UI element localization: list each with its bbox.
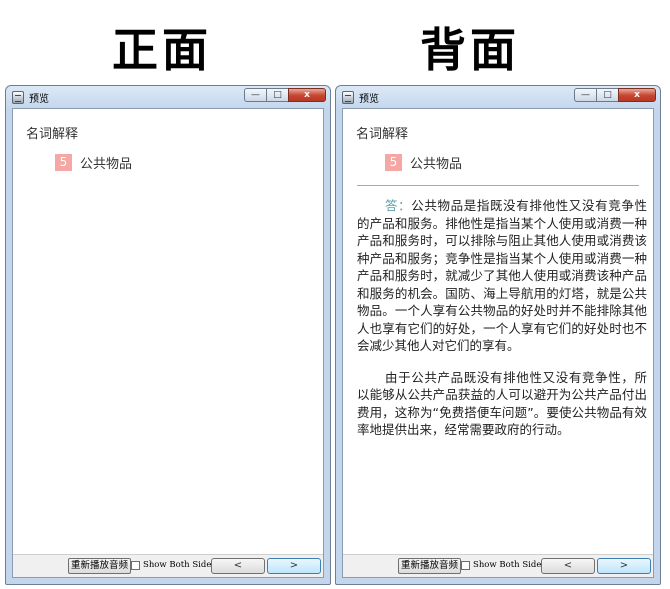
deck-name: 名词解释 — [26, 127, 79, 142]
bottom-bar: 重新播放音频 Show Both Sides < > — [343, 554, 653, 577]
replay-audio-button[interactable]: 重新播放音频 — [398, 558, 462, 574]
preview-window-front: 预览 — □ x 名词解释 5 公共物品 重新播放音频 Show Both Si… — [5, 85, 331, 585]
next-button[interactable]: > — [597, 558, 651, 574]
show-both-sides-toggle[interactable]: Show Both Sides — [461, 560, 546, 570]
maximize-button[interactable]: □ — [266, 88, 288, 102]
minimize-button[interactable]: — — [574, 88, 596, 102]
answer-paragraph-1: 公共物品是指既没有排他性又没有竞争性的产品和服务。排他性是指当某个人使用或消费一… — [357, 198, 647, 353]
title-bar[interactable]: 预览 — □ x — [12, 86, 326, 108]
answer-paragraph: 答：公共物品是指既没有排他性又没有竞争性的产品和服务。排他性是指当某个人使用或消… — [357, 197, 647, 355]
card-content: 名词解释 5 公共物品 — [13, 109, 323, 555]
show-both-sides-toggle[interactable]: Show Both Sides — [131, 560, 216, 570]
show-both-sides-checkbox[interactable] — [131, 560, 140, 570]
card-number-badge: 5 — [385, 154, 402, 171]
card-view: 名词解释 5 公共物品 重新播放音频 Show Both Sides < > — [12, 108, 324, 578]
maximize-button[interactable]: □ — [596, 88, 618, 102]
answer-paragraph-2: 由于公共产品既没有排他性又没有竞争性，所以能够从公共产品获益的人可以避开为公共产… — [357, 369, 647, 438]
card-word: 公共物品 — [80, 157, 133, 172]
app-icon — [342, 90, 354, 104]
card-content: 名词解释 5 公共物品 答：公共物品是指既没有排他性又没有竞争性的产品和服务。排… — [343, 109, 653, 555]
app-icon — [12, 90, 24, 104]
front-heading: 正面 — [112, 23, 212, 77]
card-question: 5 公共物品 — [55, 153, 132, 172]
show-both-sides-checkbox[interactable] — [461, 560, 470, 570]
window-title: 预览 — [29, 93, 49, 105]
card-word: 公共物品 — [410, 157, 463, 172]
answer-label: 答： — [385, 198, 412, 213]
close-button[interactable]: x — [618, 88, 656, 102]
next-button[interactable]: > — [267, 558, 321, 574]
card-number-badge: 5 — [55, 154, 72, 171]
preview-window-back: 预览 — □ x 名词解释 5 公共物品 答：公共物品是指既没有排他性又没有竞争… — [335, 85, 661, 585]
show-both-sides-label: Show Both Sides — [143, 560, 216, 570]
previous-button[interactable]: < — [211, 558, 265, 574]
close-button[interactable]: x — [288, 88, 326, 102]
minimize-button[interactable]: — — [244, 88, 266, 102]
card-question: 5 公共物品 — [385, 153, 462, 172]
bottom-bar: 重新播放音频 Show Both Sides < > — [13, 554, 323, 577]
title-bar[interactable]: 预览 — □ x — [342, 86, 656, 108]
window-controls: — □ x — [244, 88, 326, 102]
show-both-sides-label: Show Both Sides — [473, 560, 546, 570]
answer-text: 答：公共物品是指既没有排他性又没有竞争性的产品和服务。排他性是指当某个人使用或消… — [357, 197, 647, 453]
previous-button[interactable]: < — [541, 558, 595, 574]
window-controls: — □ x — [574, 88, 656, 102]
deck-name: 名词解释 — [356, 127, 409, 142]
back-heading: 背面 — [420, 23, 520, 77]
window-title: 预览 — [359, 93, 379, 105]
card-view: 名词解释 5 公共物品 答：公共物品是指既没有排他性又没有竞争性的产品和服务。排… — [342, 108, 654, 578]
replay-audio-button[interactable]: 重新播放音频 — [68, 558, 132, 574]
answer-divider — [357, 185, 639, 186]
